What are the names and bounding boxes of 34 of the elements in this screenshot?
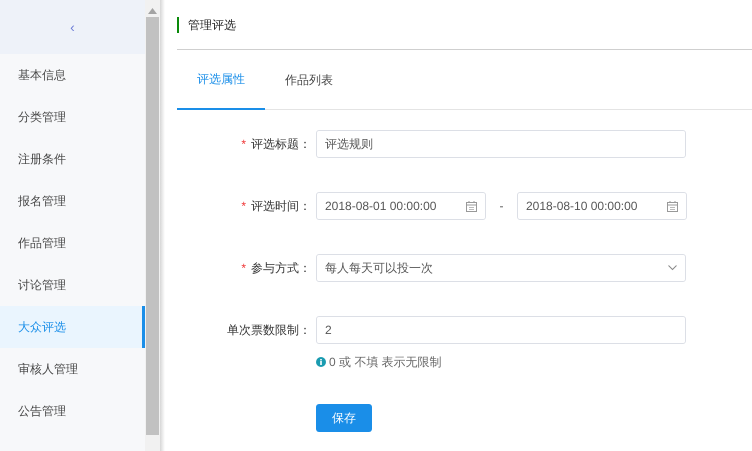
sidebar-item[interactable]: 基本信息: [0, 54, 145, 96]
sidebar-item[interactable]: 注册条件: [0, 138, 145, 180]
dropdown-field[interactable]: 每人每天可以投一次: [316, 254, 686, 282]
page-title: 管理评选: [188, 17, 236, 34]
date-value: 2018-08-01 00:00:00: [325, 198, 436, 215]
date-field[interactable]: 2018-08-01 00:00:00: [316, 192, 486, 220]
field-label: 参与方式：: [251, 260, 311, 277]
calendar-icon: [466, 200, 477, 212]
scroll-up-icon[interactable]: [148, 8, 157, 14]
dropdown-value: 每人每天可以投一次: [325, 260, 433, 277]
range-separator: -: [498, 198, 504, 215]
required-asterisk: *: [241, 260, 246, 277]
info-icon: [316, 357, 326, 367]
sidebar-item[interactable]: 作品管理: [0, 222, 145, 264]
calendar-icon: [667, 200, 678, 212]
tab[interactable]: 作品列表: [265, 50, 353, 110]
hint-text: 0 或 不填 表示无限制: [329, 354, 442, 371]
text-field[interactable]: 2: [316, 316, 686, 344]
text-field[interactable]: 评选规则: [316, 130, 686, 158]
date-value: 2018-08-10 00:00:00: [526, 198, 638, 215]
scrollbar-thumb[interactable]: [146, 17, 159, 435]
sidebar-item[interactable]: 讨论管理: [0, 264, 145, 306]
sidebar-item[interactable]: 审核人管理: [0, 348, 145, 390]
required-asterisk: *: [241, 136, 246, 153]
sidebar-item[interactable]: 公告管理: [0, 390, 145, 432]
field-label: 单次票数限制：: [227, 322, 311, 339]
sidebar-item[interactable]: 报名管理: [0, 180, 145, 222]
scrollbar[interactable]: [145, 0, 160, 451]
field-label: 评选时间：: [251, 198, 311, 215]
chevron-down-icon: [668, 265, 677, 271]
field-label: 评选标题：: [251, 136, 311, 153]
sidebar-item[interactable]: 分类管理: [0, 96, 145, 138]
date-field[interactable]: 2018-08-10 00:00:00: [517, 192, 687, 220]
required-asterisk: *: [241, 198, 246, 215]
